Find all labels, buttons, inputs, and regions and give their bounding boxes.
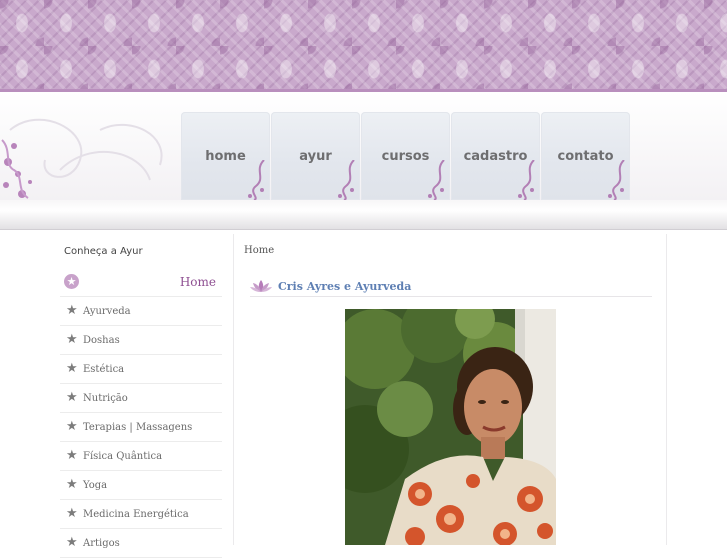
breadcrumb[interactable]: Home xyxy=(244,245,274,256)
column-divider-right xyxy=(666,234,667,545)
nav-tab-ayur[interactable]: ayur xyxy=(271,112,360,200)
sidebar-item-label: Yoga xyxy=(83,479,108,491)
portrait-photo xyxy=(345,309,556,545)
sidebar-item-ayurveda[interactable]: ★ Ayurveda xyxy=(60,297,222,326)
sidebar-title: Conheça a Ayur xyxy=(64,246,143,257)
star-icon: ★ xyxy=(66,477,78,492)
nav-tab-label: home xyxy=(205,148,246,164)
sidebar-item-label: Artigos xyxy=(83,537,120,549)
column-divider xyxy=(233,234,234,545)
tab-ornament-icon xyxy=(518,160,535,200)
sidebar-item-label: Home xyxy=(179,275,216,289)
sidebar: Conheça a Ayur ★ Home ★ Ayurveda ★ Dosha… xyxy=(60,240,222,558)
sidebar-item-label: Doshas xyxy=(83,334,120,346)
sidebar-item-home[interactable]: ★ Home xyxy=(60,268,222,297)
tab-ornament-icon xyxy=(338,160,355,200)
page-title-row: Cris Ayres e Ayurveda xyxy=(250,276,652,297)
sidebar-item-artigos[interactable]: ★ Artigos xyxy=(60,529,222,558)
nav-tab-cadastro[interactable]: cadastro xyxy=(451,112,540,200)
star-icon: ★ xyxy=(66,419,78,434)
sidebar-item-label: Medicina Energética xyxy=(83,508,189,520)
sidebar-item-medicina-energetica[interactable]: ★ Medicina Energética xyxy=(60,500,222,529)
lotus-icon xyxy=(250,280,272,292)
damask-banner xyxy=(0,0,727,90)
nav-tab-home[interactable]: home xyxy=(181,112,270,200)
sidebar-item-yoga[interactable]: ★ Yoga xyxy=(60,471,222,500)
sidebar-item-label: Ayurveda xyxy=(83,305,131,317)
star-icon: ★ xyxy=(66,390,78,405)
swirl-ornament xyxy=(1,118,163,199)
nav-tab-contato[interactable]: contato xyxy=(541,112,630,200)
sidebar-item-estetica[interactable]: ★ Estética xyxy=(60,355,222,384)
header-strip xyxy=(0,200,727,230)
sidebar-item-doshas[interactable]: ★ Doshas xyxy=(60,326,222,355)
tab-ornament-icon xyxy=(248,160,265,200)
sidebar-item-nutricao[interactable]: ★ Nutrição xyxy=(60,384,222,413)
star-icon: ★ xyxy=(66,332,78,347)
sidebar-item-label: Terapias | Massagens xyxy=(83,421,193,433)
star-icon: ★ xyxy=(64,274,79,289)
tab-ornament-icon xyxy=(428,160,445,200)
nav-tab-cursos[interactable]: cursos xyxy=(361,112,450,200)
page-title: Cris Ayres e Ayurveda xyxy=(278,279,412,293)
star-icon: ★ xyxy=(66,535,78,550)
sidebar-item-label: Estética xyxy=(83,363,125,375)
sidebar-item-label: Nutrição xyxy=(83,392,128,404)
star-icon: ★ xyxy=(66,303,78,318)
star-icon: ★ xyxy=(66,361,78,376)
nav-tab-label: cursos xyxy=(381,148,430,164)
star-icon: ★ xyxy=(66,506,78,521)
header-strip-line xyxy=(0,229,727,230)
sidebar-item-label: Física Quântica xyxy=(83,450,163,462)
nav-tab-label: ayur xyxy=(299,148,332,164)
star-icon: ★ xyxy=(66,448,78,463)
tab-ornament-icon xyxy=(608,160,625,200)
sidebar-item-fisica-quantica[interactable]: ★ Física Quântica xyxy=(60,442,222,471)
main-nav: home ayur cursos cadastro contato xyxy=(181,112,631,200)
sidebar-item-terapias[interactable]: ★ Terapias | Massagens xyxy=(60,413,222,442)
